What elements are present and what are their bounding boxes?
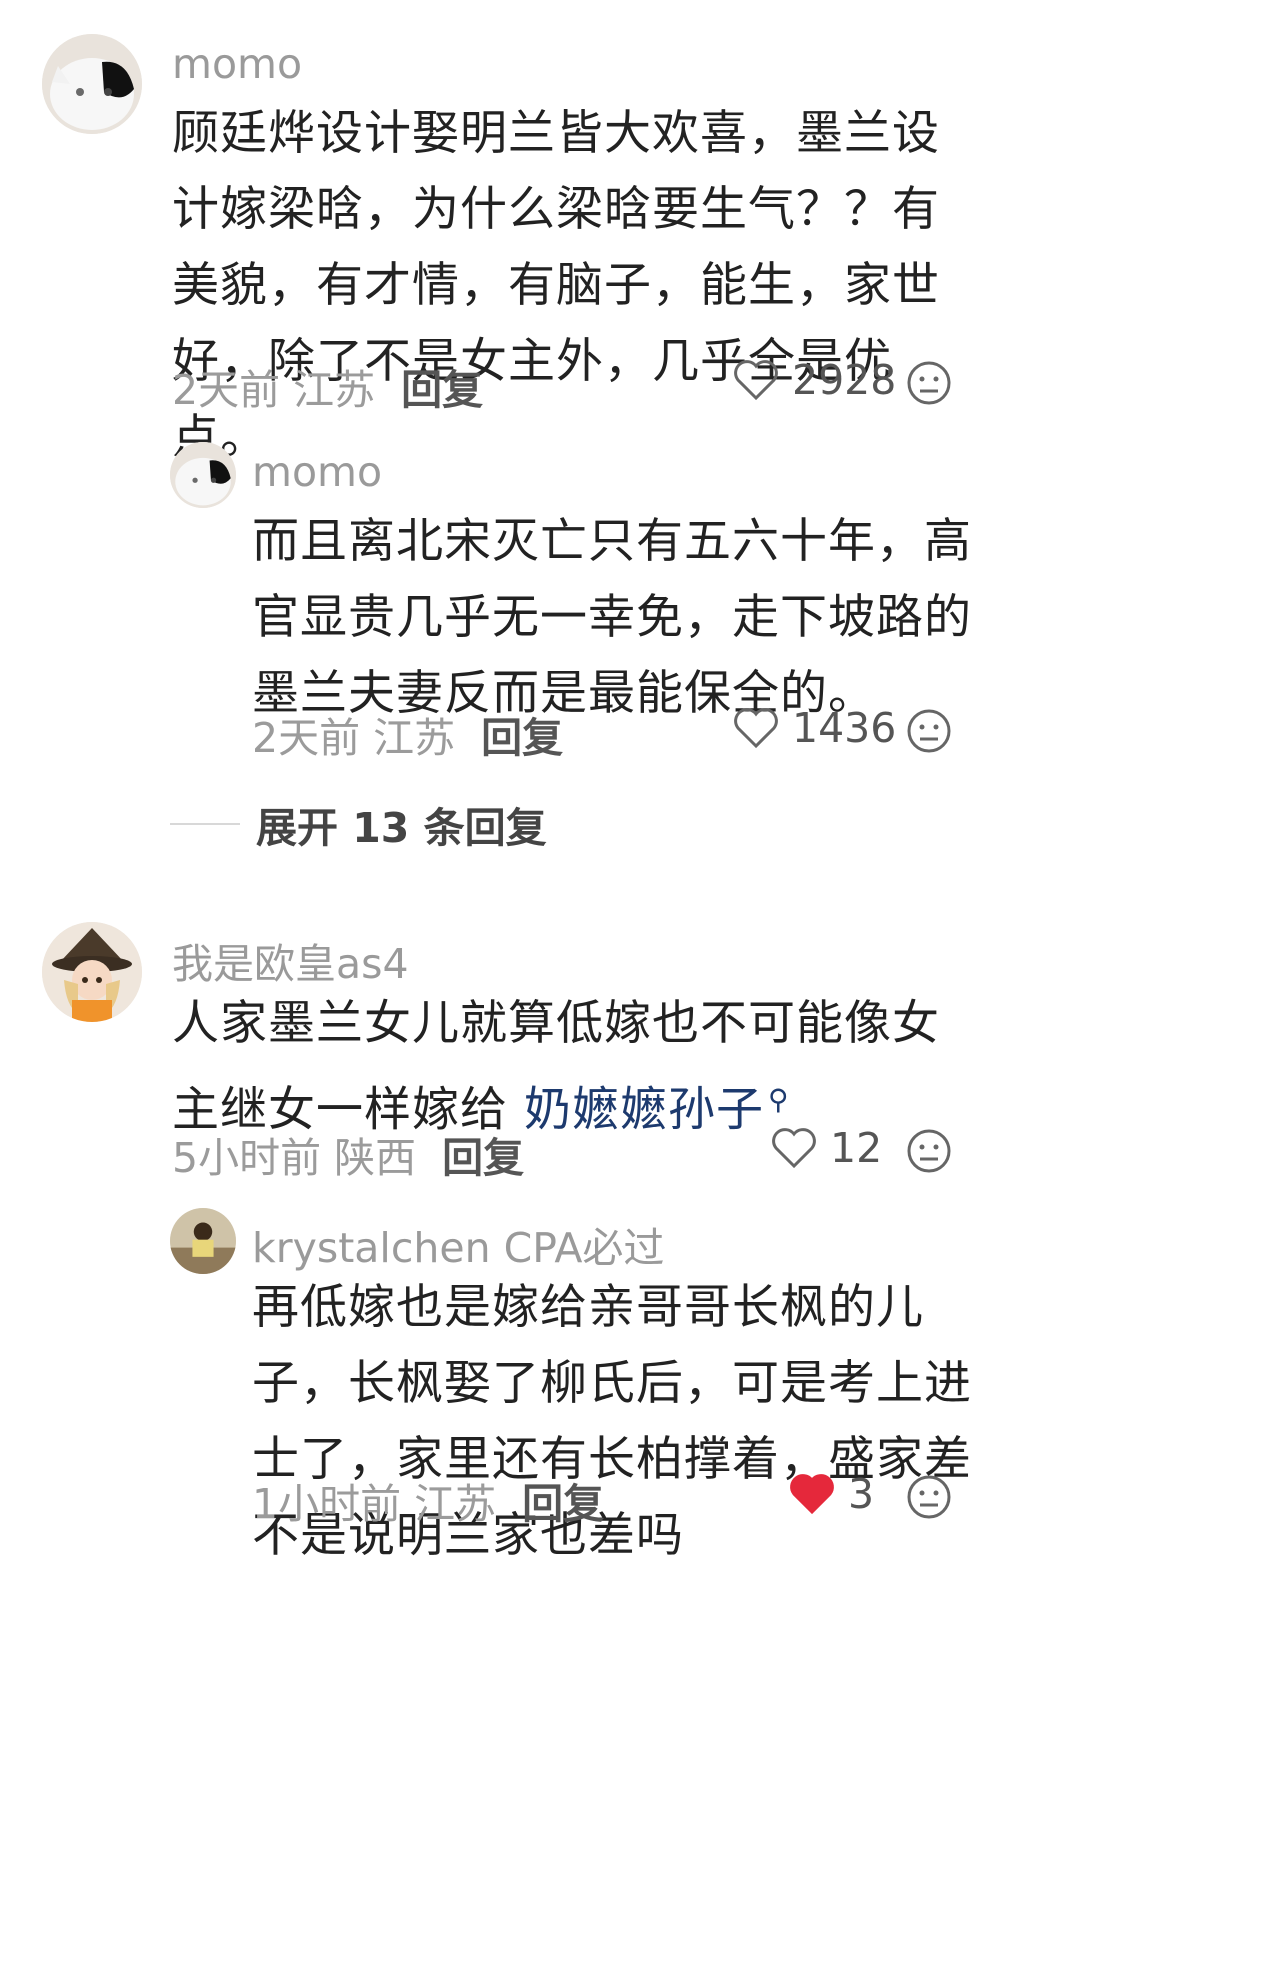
expand-replies-button[interactable]: 展开 13 条回复 <box>170 794 547 854</box>
time-location: 2天前 江苏 <box>252 714 456 762</box>
avatar[interactable] <box>170 442 236 508</box>
neutral-face-icon <box>907 361 951 405</box>
time-location: 5小时前 陕西 <box>172 1134 417 1182</box>
reply-button[interactable]: 回复 <box>522 1480 604 1528</box>
neutral-face-icon <box>907 709 951 753</box>
topic-link[interactable]: 奶嬷嬷孙子 <box>524 1083 764 1138</box>
like-button[interactable]: 1436 <box>732 704 896 752</box>
like-button[interactable]: 3 <box>788 1470 874 1518</box>
reply-button[interactable]: 回复 <box>442 1134 524 1182</box>
reply-button[interactable]: 回复 <box>401 366 483 414</box>
like-button[interactable]: 2928 <box>732 356 896 404</box>
heart-icon <box>772 1128 816 1169</box>
comment-text: 顾廷烨设计娶明兰皆大欢喜，墨兰设计嫁梁晗，为什么梁晗要生气？？有美貌，有才情，有… <box>172 106 940 465</box>
avatar[interactable] <box>170 1208 236 1274</box>
neutral-face-icon <box>907 1475 951 1519</box>
username[interactable]: momo <box>172 40 302 88</box>
heart-icon <box>734 708 778 749</box>
comment-text: 而且离北宋灭亡只有五六十年，高官显贵几乎无一幸免，走下坡路的墨兰夫妻反而是最能保… <box>252 514 972 721</box>
heart-icon <box>734 360 778 401</box>
avatar[interactable] <box>42 922 142 1022</box>
like-count: 12 <box>830 1124 883 1172</box>
dislike-button[interactable] <box>906 1474 952 1520</box>
avatar[interactable] <box>42 34 142 134</box>
expand-replies-label: 展开 13 条回复 <box>256 804 547 852</box>
comment-meta: 2天前 江苏 回复 <box>252 704 563 764</box>
neutral-face-icon <box>907 1129 951 1173</box>
search-icon[interactable]: ⚲ <box>768 1083 790 1116</box>
username[interactable]: 我是欧皇as4 <box>172 930 409 990</box>
dislike-button[interactable] <box>906 708 952 754</box>
dislike-button[interactable] <box>906 1128 952 1174</box>
reply-button[interactable]: 回复 <box>481 714 563 762</box>
dislike-button[interactable] <box>906 360 952 406</box>
like-count: 2928 <box>792 356 897 404</box>
like-button[interactable]: 12 <box>770 1124 882 1172</box>
heart-filled-icon <box>790 1474 834 1515</box>
comment-meta: 5小时前 陕西 回复 <box>172 1124 524 1184</box>
username[interactable]: krystalchen CPA必过 <box>252 1214 664 1274</box>
comment-meta: 1小时前 江苏 回复 <box>252 1470 604 1530</box>
divider <box>170 823 240 825</box>
time-location: 2天前 江苏 <box>172 366 376 414</box>
comment-meta: 2天前 江苏 回复 <box>172 356 483 416</box>
time-location: 1小时前 江苏 <box>252 1480 497 1528</box>
username[interactable]: momo <box>252 448 382 496</box>
like-count: 1436 <box>792 704 897 752</box>
like-count: 3 <box>848 1470 875 1518</box>
